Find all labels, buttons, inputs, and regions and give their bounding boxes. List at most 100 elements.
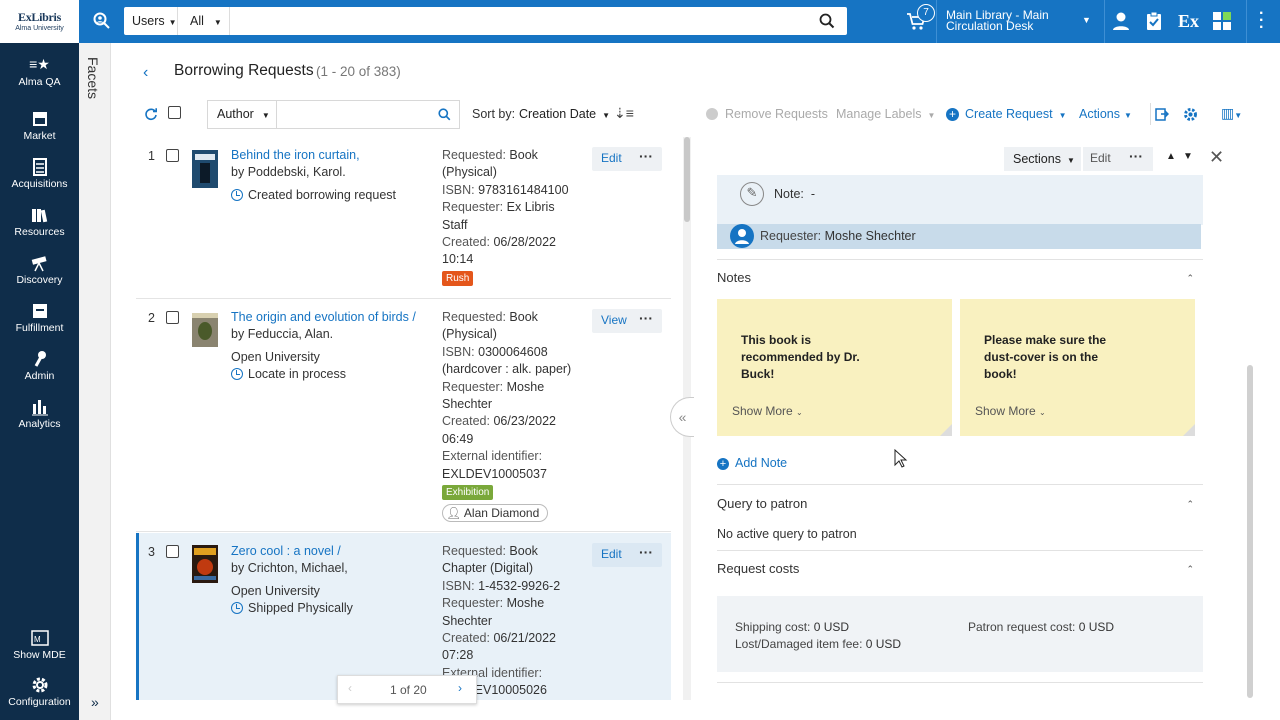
top-bar: ExLibris Alma University Users ▼ All ▼ 7 M… [0,0,1280,43]
chevron-up-icon[interactable]: ⌃ [1186,273,1194,284]
edit-button[interactable]: Edit [601,547,622,561]
more-actions-icon[interactable]: ··· [639,148,653,164]
back-arrow-icon[interactable]: ‹ [143,64,148,82]
sections-dropdown[interactable]: Sections ▼ [1004,147,1081,171]
previous-page-icon[interactable]: ‹ [348,681,352,695]
manage-labels-button[interactable]: Manage Labels ▼ [836,107,935,121]
divider [717,259,1203,260]
select-all-checkbox[interactable] [168,106,181,119]
request-title-link[interactable]: Zero cool : a novel / [231,544,341,558]
nav-configuration[interactable]: Configuration [0,676,79,708]
more-actions-icon[interactable]: ··· [1129,148,1143,164]
list-item[interactable]: 2 The origin and evolution of birds / by… [136,299,671,532]
created-value: 06/28/2022 [493,235,556,250]
created-label: Created: [442,414,490,429]
request-title-link[interactable]: Behind the iron curtain, [231,148,360,162]
export-icon[interactable] [1155,107,1169,121]
refresh-icon[interactable] [144,107,158,121]
status-text: Locate in process [248,367,346,381]
row-checkbox[interactable] [166,149,179,162]
search-field-dropdown[interactable]: Author ▼ [208,101,277,128]
request-list: 1 Behind the iron curtain, by Poddebski,… [136,137,671,700]
shipping-label: Shipping cost: [735,620,811,634]
view-button[interactable]: View [601,313,627,327]
search-icon[interactable] [438,108,451,121]
previous-record-icon[interactable]: ▲ [1166,151,1176,162]
book-cover-thumbnail[interactable] [192,313,218,347]
layout-toggle-icon[interactable]: ▥▼ [1221,105,1242,122]
panel-scrollbar[interactable] [1247,365,1253,698]
location-selector[interactable]: Main Library - Main Circulation Desk [946,9,1049,32]
add-note-button[interactable]: + Add Note [717,456,787,470]
assignee-chip[interactable]: 👤︎ Alan Diamond [442,504,549,523]
expand-icon[interactable]: » [91,694,99,710]
row-checkbox[interactable] [166,545,179,558]
external-id-label: External identifier: [442,449,543,464]
sort-direction-icon[interactable]: ⇣≡ [614,105,634,122]
search-input[interactable] [234,11,794,31]
cart-button[interactable]: 7 [905,4,935,35]
show-more-link[interactable]: Show More ⌄ [975,404,1046,418]
requested-label: Requested: [442,148,506,162]
nav-show-mde[interactable]: M Show MDE [0,629,79,661]
note-row: ✎ Note: - [717,175,1203,225]
scrollbar-thumb[interactable] [684,137,690,222]
more-actions-icon[interactable]: ··· [639,544,653,560]
nav-fulfillment[interactable]: Fulfillment [0,302,79,334]
task-list-icon[interactable] [1146,11,1162,31]
created-label: Created: [442,631,490,646]
costs-section-title[interactable]: Request costs [717,561,799,576]
dashboard-icon[interactable] [1212,11,1232,31]
nav-acquisitions[interactable]: Acquisitions [0,158,79,190]
row-checkbox[interactable] [166,311,179,324]
facets-panel[interactable]: Facets » [79,43,111,720]
created-time: 10:14 [442,252,474,267]
divider [717,550,1203,551]
nav-market[interactable]: Market [0,110,79,142]
remove-requests-button[interactable]: Remove Requests [706,107,828,121]
nav-alma-qa[interactable]: ≡★ Alma QA [0,56,79,88]
exlibris-logo[interactable]: ExLibris Alma University [0,0,79,43]
nav-analytics[interactable]: Analytics [0,398,79,430]
patron-label: Patron request cost: [968,620,1076,634]
panel-edit-button[interactable]: Edit [1090,151,1111,165]
list-search-input[interactable] [280,105,430,124]
notes-section-title[interactable]: Notes [717,270,751,285]
nav-admin[interactable]: Admin [0,350,79,382]
chevron-up-icon[interactable]: ⌃ [1186,564,1194,575]
requester-row: Requester: Moshe Shechter [717,224,1201,249]
query-section-title[interactable]: Query to patron [717,496,807,511]
show-more-link[interactable]: Show More ⌄ [732,404,803,418]
request-title-link[interactable]: The origin and evolution of birds / [231,310,416,324]
collapse-panel-handle[interactable]: « [670,397,694,437]
exlibris-icon[interactable]: Ex [1178,11,1199,32]
chevron-up-icon[interactable]: ⌃ [1186,499,1194,510]
isbn-value: 9783161484100 [478,182,569,197]
more-actions-icon[interactable]: ··· [639,310,653,326]
search-filter-dropdown[interactable]: All ▼ [182,7,230,35]
next-record-icon[interactable]: ▼ [1183,151,1193,162]
more-vertical-icon[interactable]: · · · [1259,6,1264,36]
author: Crichton, Michael, [247,561,348,575]
search-icon[interactable] [819,13,835,29]
edit-button[interactable]: Edit [601,151,622,165]
next-page-icon[interactable]: › [458,681,462,695]
caret-down-icon: ▼ [927,111,936,120]
nav-resources[interactable]: Resources [0,206,79,238]
book-cover-thumbnail[interactable] [192,150,218,188]
create-request-button[interactable]: + Create Request ▼ [946,107,1066,121]
persistent-search-icon[interactable] [92,11,114,33]
nav-discovery[interactable]: Discovery [0,254,79,286]
settings-gear-icon[interactable] [1183,107,1198,122]
actions-button[interactable]: Actions ▼ [1079,107,1132,121]
row-actions: View ··· [592,309,662,333]
close-icon[interactable]: ✕ [1209,147,1224,168]
book-cover-thumbnail[interactable] [192,545,218,583]
sort-dropdown[interactable]: Creation Date ▼ [519,107,610,121]
user-icon[interactable] [1112,11,1130,31]
list-item[interactable]: 1 Behind the iron curtain, by Poddebski,… [136,137,671,299]
search-scope-dropdown[interactable]: Users ▼ [124,7,178,35]
location-caret-icon[interactable]: ▼ [1082,15,1091,25]
row-number: 3 [148,545,155,559]
isbn-value: 0300064608 [478,344,548,359]
